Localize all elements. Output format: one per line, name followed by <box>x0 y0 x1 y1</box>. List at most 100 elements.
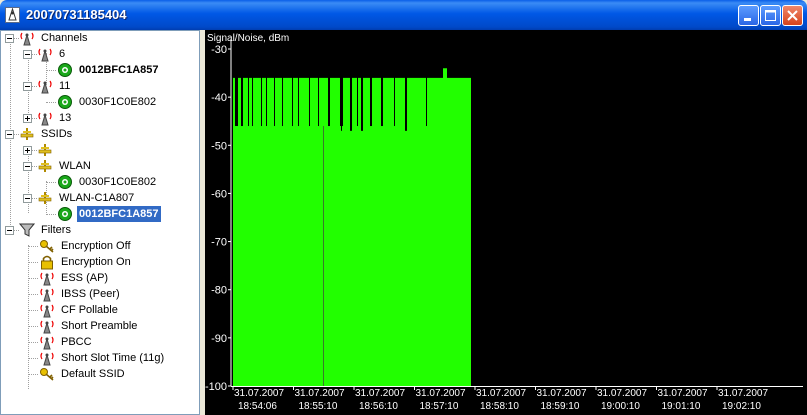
signal-bar <box>433 77 434 386</box>
signal-bar <box>283 77 284 386</box>
signal-bar <box>246 77 247 386</box>
signal-bar <box>286 77 287 386</box>
tree-item-label: 6 <box>59 48 66 60</box>
signal-bar <box>422 77 423 386</box>
tree-item-label: WLAN <box>59 160 91 172</box>
signal-bar <box>281 77 282 386</box>
close-button[interactable] <box>782 5 803 26</box>
tree-item-filter[interactable]: Short Slot Time (11g) <box>1 350 199 366</box>
tree-item-access-point[interactable]: 0030F1C0E802 <box>1 174 199 190</box>
signal-bar <box>440 77 441 386</box>
signal-bar <box>309 126 310 387</box>
tree-item-label: Short Slot Time (11g) <box>61 352 165 364</box>
signal-bar <box>448 77 449 386</box>
tree-item-filter[interactable]: PBCC <box>1 334 199 350</box>
y-tick-label: -40 <box>211 92 227 104</box>
signal-bar <box>272 77 273 386</box>
signal-bar <box>399 77 400 386</box>
minimize-button[interactable] <box>738 5 759 26</box>
signal-bar <box>454 77 455 386</box>
tree-item-ssid[interactable]: WLAN <box>1 158 199 174</box>
signal-bar <box>298 126 299 387</box>
signal-bar <box>451 77 452 386</box>
tree-item-access-point-selected[interactable]: 0012BFC1A857 <box>1 206 199 222</box>
access-point-icon <box>57 62 73 78</box>
antenna-icon <box>39 350 55 366</box>
signal-bar <box>337 77 338 386</box>
tree-item-channel[interactable]: 11 <box>1 78 199 94</box>
signal-bar <box>417 77 418 386</box>
signal-bar <box>365 77 366 386</box>
signal-bar <box>259 77 260 386</box>
tree-item-ssid[interactable]: WLAN-C1A807 <box>1 190 199 206</box>
signal-bar <box>393 77 394 386</box>
tree-item-filter[interactable]: Default SSID <box>1 366 199 382</box>
signal-bar <box>249 77 250 386</box>
signal-bar <box>412 77 413 386</box>
signal-bar <box>310 77 311 386</box>
signal-bar <box>304 77 305 386</box>
y-axis-label: Signal/Noise, dBm <box>207 33 289 44</box>
signal-bar <box>389 77 390 386</box>
antenna-icon <box>39 302 55 318</box>
signal-bar <box>334 77 335 386</box>
filter-icon <box>18 222 36 238</box>
signal-bar <box>350 130 351 386</box>
tree-item-channel[interactable]: 13 <box>1 110 199 126</box>
signal-bar <box>250 77 251 386</box>
tree-item-access-point[interactable]: 0030F1C0E802 <box>1 94 199 110</box>
tree-item-label: 11 <box>59 80 71 92</box>
maximize-button[interactable] <box>760 5 781 26</box>
tree-item-label: SSIDs <box>41 128 73 140</box>
tree-item-filter[interactable]: Encryption On <box>1 254 199 270</box>
tree-item-access-point[interactable]: 0012BFC1A857 <box>1 62 199 78</box>
tree-item-channel[interactable]: 6 <box>1 46 199 62</box>
signal-bar <box>261 126 262 387</box>
tree-item-filter[interactable]: CF Pollable <box>1 302 199 318</box>
signal-bar <box>343 77 344 386</box>
tree-item-label: 0030F1C0E802 <box>79 176 157 188</box>
signal-bar <box>274 126 275 387</box>
signal-bar <box>460 77 461 386</box>
signal-bar <box>280 77 281 386</box>
tree-item-label: IBSS (Peer) <box>61 288 120 300</box>
x-tick-time-label: 19:00:10 <box>601 401 640 412</box>
signal-bar <box>320 77 321 386</box>
signal-bar <box>247 77 248 386</box>
tree-item-filter[interactable]: ESS (AP) <box>1 270 199 286</box>
ssid-icon <box>37 158 53 174</box>
signal-bar <box>235 126 236 387</box>
x-tick-date-label: 31.07.2007 <box>476 388 526 399</box>
signal-bar <box>311 77 312 386</box>
y-tick-label: -100 <box>205 381 227 393</box>
tree-item-filters[interactable]: Filters <box>1 222 199 238</box>
signal-bar <box>318 126 319 387</box>
tree-item-filter[interactable]: IBSS (Peer) <box>1 286 199 302</box>
tree-item-filter[interactable]: Short Preamble <box>1 318 199 334</box>
signal-bar <box>294 77 295 386</box>
tree-item-ssid[interactable] <box>1 142 199 158</box>
signal-bar <box>458 77 459 386</box>
tree-item-label: WLAN-C1A807 <box>59 192 135 204</box>
signal-bar <box>266 126 267 387</box>
signal-bar <box>400 77 401 386</box>
tree-item-filter[interactable]: Encryption Off <box>1 238 199 254</box>
tree-panel[interactable]: Channels 6 0012BFC1A857 11 0030F1C0E802 13 SSI… <box>0 30 200 415</box>
signal-bar <box>374 77 375 386</box>
tree-item-ssids[interactable]: SSIDs <box>1 126 199 142</box>
signal-bar <box>463 77 464 386</box>
signal-bar <box>308 77 309 386</box>
x-tick-date-label: 31.07.2007 <box>416 388 466 399</box>
ssid-icon <box>37 142 53 158</box>
x-tick-time-label: 18:54:06 <box>238 401 277 412</box>
signal-bar <box>435 77 436 386</box>
x-tick-time-label: 18:56:10 <box>359 401 398 412</box>
signal-bar <box>295 77 296 386</box>
tree-item-label: PBCC <box>61 336 92 348</box>
signal-bar <box>263 77 264 386</box>
tree-item-channels[interactable]: Channels <box>1 31 199 46</box>
signal-bar <box>290 77 291 386</box>
signal-bar <box>344 77 345 386</box>
signal-bar <box>353 77 354 386</box>
signal-bar <box>370 126 371 387</box>
